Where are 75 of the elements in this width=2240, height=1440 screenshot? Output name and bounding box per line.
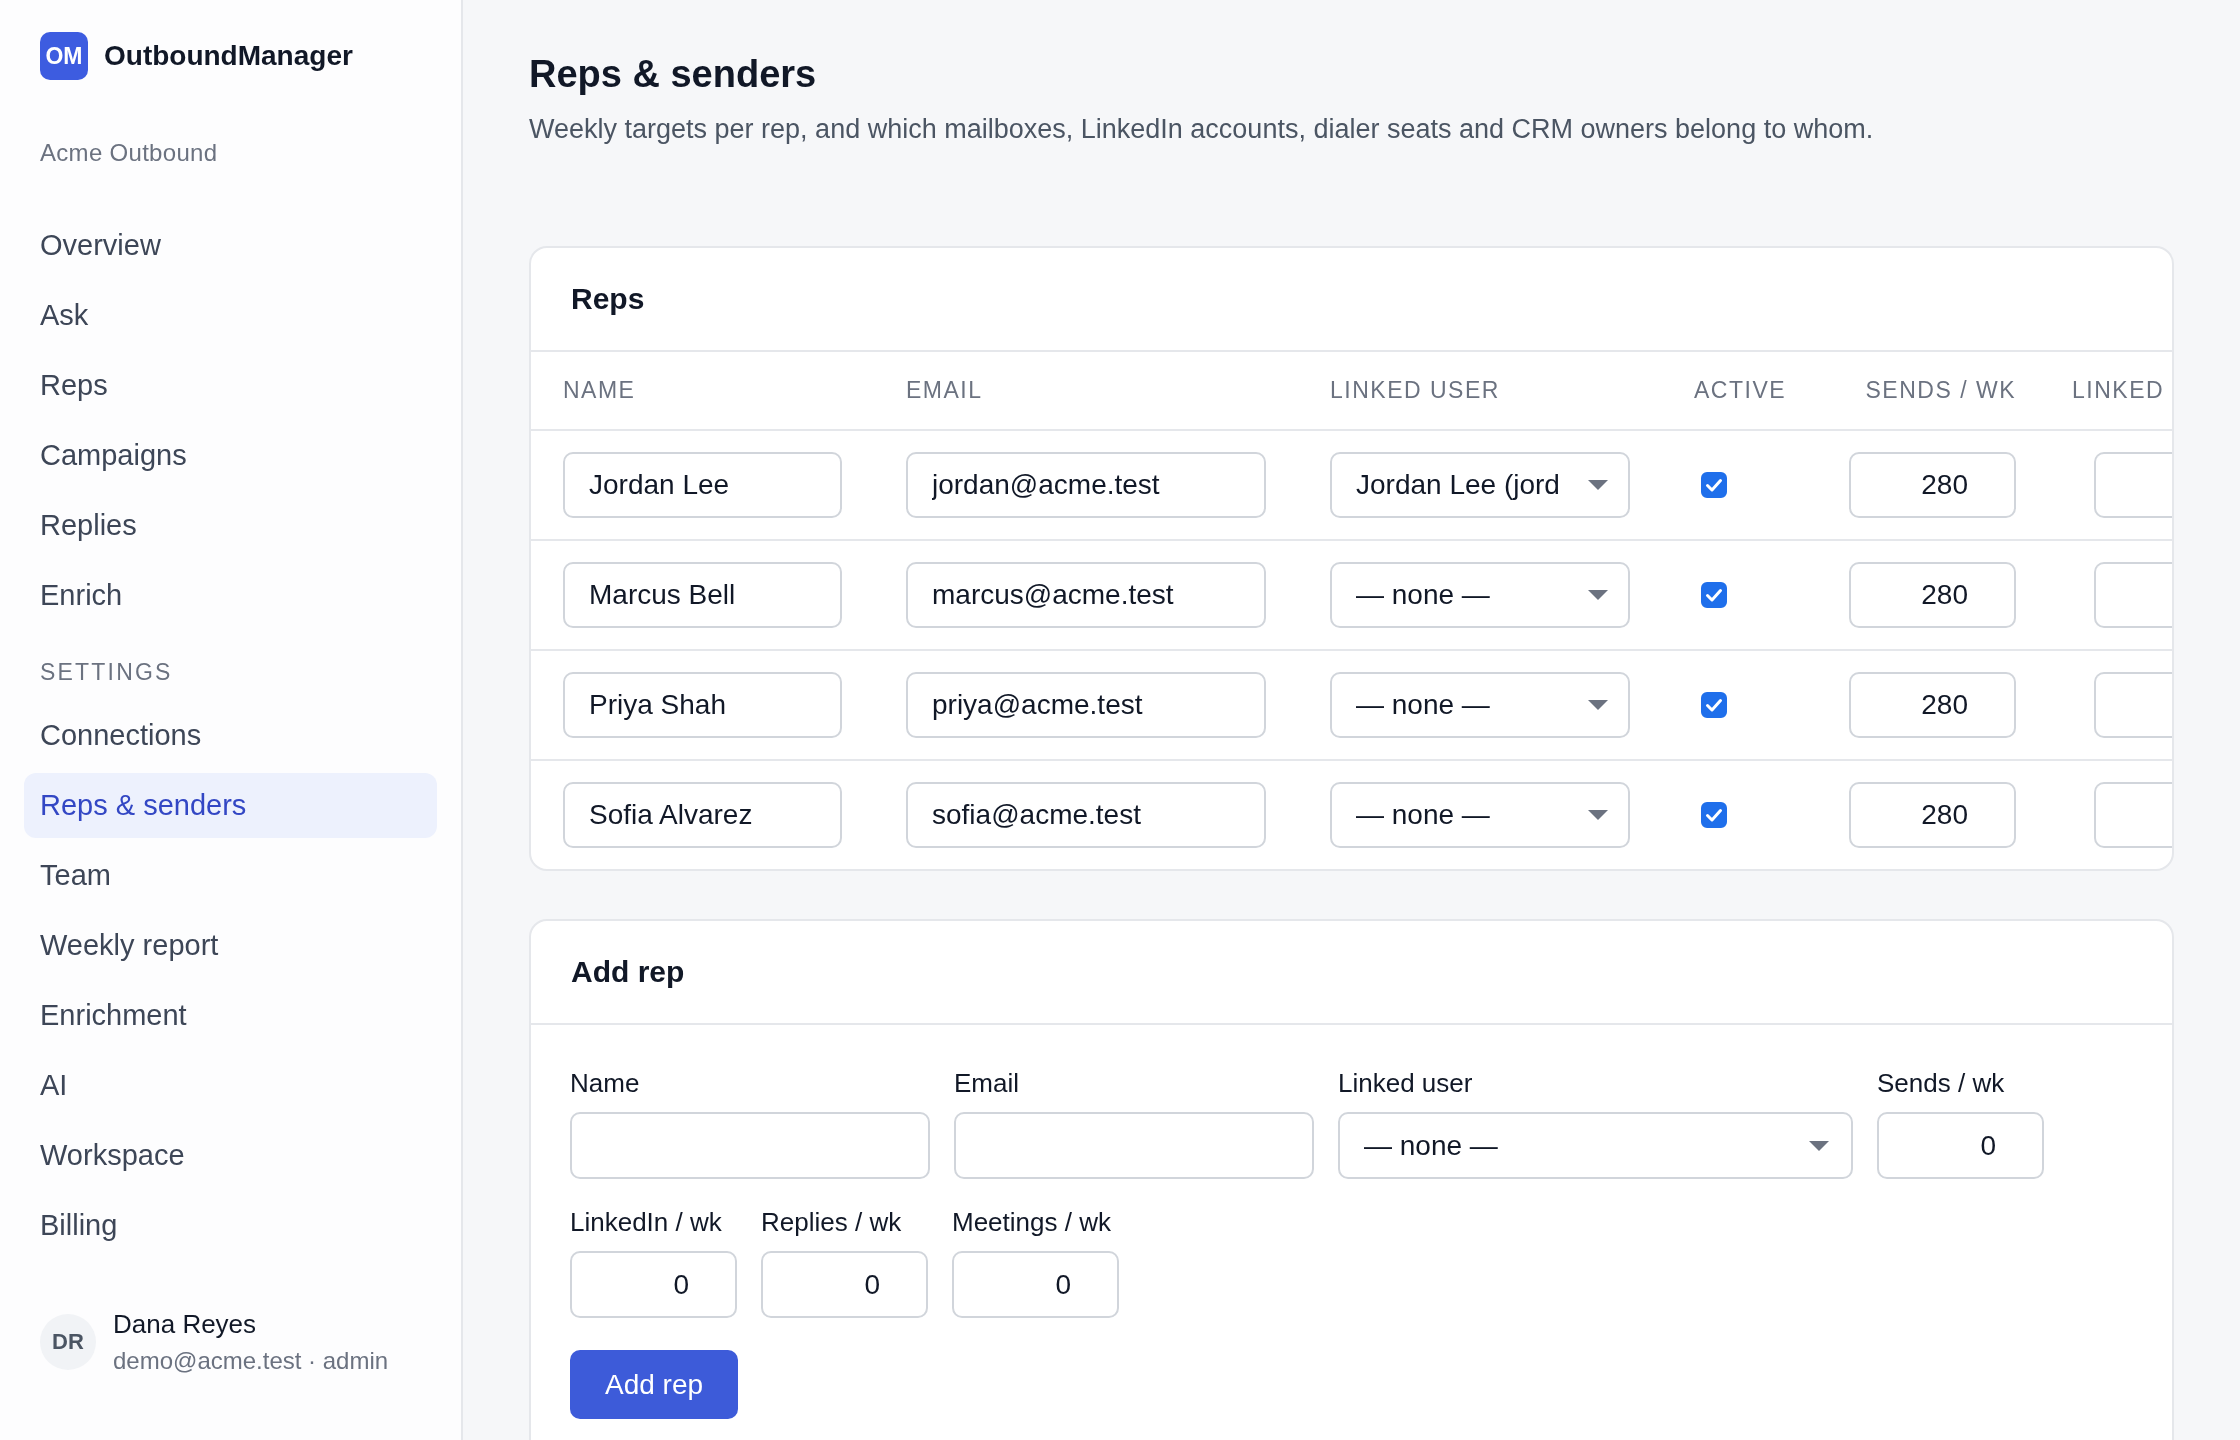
column-header: SENDS / WK <box>1864 377 2016 404</box>
nav-item[interactable]: Billing <box>24 1193 437 1258</box>
caret-icon <box>1588 480 1608 490</box>
nav-item[interactable]: Enrich <box>24 563 437 628</box>
linked-user-select[interactable]: — none — <box>1338 1112 1853 1179</box>
nav-item[interactable]: Workspace <box>24 1123 437 1188</box>
field-label: Meetings / wk <box>952 1206 1112 1239</box>
nav-item[interactable]: Reps & senders <box>24 773 437 838</box>
rep-name-input[interactable]: Sofia Alvarez <box>563 782 842 848</box>
field-label: Name <box>570 1067 641 1100</box>
app-name: OutboundManager <box>104 40 353 72</box>
sends-input[interactable]: 280 <box>1849 452 2016 518</box>
rep-email-input[interactable]: priya@acme.test <box>906 672 1266 738</box>
nav-item[interactable]: Team <box>24 843 437 908</box>
rep-name-input[interactable]: Priya Shah <box>563 672 842 738</box>
nav-item[interactable]: Weekly report <box>24 913 437 978</box>
field-label: Email <box>954 1067 1020 1100</box>
workspace-name: Acme Outbound <box>40 138 219 168</box>
page-subtitle: Weekly targets per rep, and which mailboxes, LinkedIn accounts, dialer seats and CRM owners belong to whom. <box>529 113 1875 146</box>
caret-icon <box>1588 700 1608 710</box>
caret-icon <box>1588 590 1608 600</box>
rep-email-input[interactable]: marcus@acme.test <box>906 562 1266 628</box>
caret-icon <box>1588 810 1608 820</box>
linked-user-select[interactable]: — none — <box>1330 562 1630 628</box>
number-input[interactable]: 0 <box>761 1251 928 1318</box>
nav-item[interactable]: Connections <box>24 703 437 768</box>
column-header: LINKED USER <box>1330 377 1501 404</box>
column-header: EMAIL <box>906 377 984 404</box>
text-input[interactable] <box>954 1112 1314 1179</box>
field-label: Linked user <box>1338 1067 1474 1100</box>
active-checkbox[interactable] <box>1701 582 1727 608</box>
nav-section-heading: SETTINGS <box>40 658 174 687</box>
number-input[interactable]: 0 <box>570 1251 737 1318</box>
page-title: Reps & senders <box>529 52 818 97</box>
linked-user-select[interactable]: Jordan Lee (jord <box>1330 452 1630 518</box>
user-name: Dana Reyes <box>113 1308 258 1341</box>
linked-user-select[interactable]: — none — <box>1330 782 1630 848</box>
linked-user-select[interactable]: — none — <box>1330 672 1630 738</box>
column-header: NAME <box>563 377 637 404</box>
nav-item[interactable]: Campaigns <box>24 423 437 488</box>
rep-name-input[interactable]: Marcus Bell <box>563 562 842 628</box>
column-header: ACTIVE <box>1694 377 1788 404</box>
field-label: LinkedIn / wk <box>570 1206 723 1239</box>
number-input[interactable]: 0 <box>1877 1112 2044 1179</box>
app-logo[interactable]: OM <box>40 32 88 80</box>
active-checkbox[interactable] <box>1701 802 1727 828</box>
rep-name-input[interactable]: Jordan Lee <box>563 452 842 518</box>
input-field[interactable] <box>2094 562 2172 628</box>
input-field[interactable] <box>2094 452 2172 518</box>
sends-input[interactable]: 280 <box>1849 562 2016 628</box>
user-avatar: DR <box>40 1314 96 1370</box>
sends-input[interactable]: 280 <box>1849 672 2016 738</box>
rep-email-input[interactable]: sofia@acme.test <box>906 782 1266 848</box>
add-rep-button[interactable]: Add rep <box>570 1350 739 1419</box>
text-input[interactable] <box>570 1112 930 1179</box>
caret-icon <box>1809 1140 1829 1151</box>
nav-item[interactable]: Enrichment <box>24 983 437 1048</box>
active-checkbox[interactable] <box>1701 692 1727 718</box>
input-field[interactable] <box>2094 672 2172 738</box>
nav-item[interactable]: Overview <box>24 213 437 278</box>
nav-item[interactable]: Ask <box>24 283 437 348</box>
active-checkbox[interactable] <box>1701 472 1727 498</box>
nav-item[interactable]: AI <box>24 1053 437 1118</box>
card-title: Reps <box>571 282 645 316</box>
input-field[interactable] <box>2094 782 2172 848</box>
nav-item[interactable]: Replies <box>24 493 437 558</box>
column-header: LINKED <box>2071 377 2166 404</box>
sends-input[interactable]: 280 <box>1849 782 2016 848</box>
nav-item[interactable]: Reps <box>24 353 437 418</box>
number-input[interactable]: 0 <box>952 1251 1119 1318</box>
field-label: Sends / wk <box>1877 1067 2006 1100</box>
card-title: Add rep <box>571 955 685 989</box>
field-label: Replies / wk <box>761 1206 903 1239</box>
user-email-role: demo@acme.test · admin <box>113 1346 389 1376</box>
rep-email-input[interactable]: jordan@acme.test <box>906 452 1266 518</box>
